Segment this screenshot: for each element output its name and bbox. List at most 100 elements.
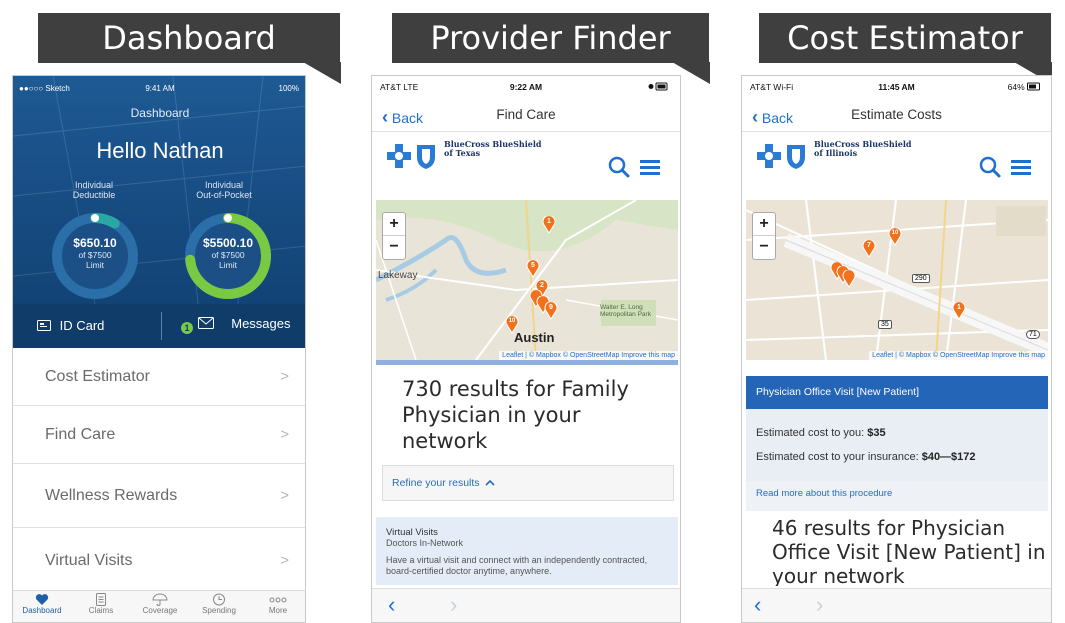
tab-spending[interactable]: Spending xyxy=(190,593,248,615)
messages-badge: 1 xyxy=(181,322,193,334)
zoom-in-button[interactable]: + xyxy=(753,213,775,236)
chevron-right-icon: > xyxy=(280,552,289,569)
map-tiles xyxy=(746,200,1048,360)
zoom-out-button[interactable]: − xyxy=(383,236,405,258)
quick-actions-row: ID Card 1 Messages xyxy=(13,304,305,348)
cost-estimator-banner: Cost Estimator xyxy=(759,13,1052,84)
envelope-icon xyxy=(197,317,214,329)
tab-dashboard[interactable]: Dashboard xyxy=(13,593,71,615)
id-card-button[interactable]: ID Card xyxy=(37,318,104,333)
map-divider xyxy=(376,360,678,365)
page-title: Estimate Costs xyxy=(851,107,942,122)
tab-bar: Dashboard Claims Coverage Spending More xyxy=(13,590,305,622)
browser-toolbar: ‹ › xyxy=(372,588,680,622)
map-label-austin: Austin xyxy=(514,330,555,345)
map-label-park: Walter E. Long Metropolitan Park xyxy=(600,304,651,318)
zoom-controls: + − xyxy=(382,212,406,260)
nav-bar: ‹ Back Estimate Costs xyxy=(742,102,1051,132)
dashboard-phone: ●●○○○ Sketch 9:41 AM 100% Dashboard Hell… xyxy=(12,75,306,623)
nav-bar: ‹ Back Find Care xyxy=(372,102,680,132)
zoom-in-button[interactable]: + xyxy=(383,213,405,236)
page-title: Dashboard xyxy=(130,106,190,120)
map-pin[interactable] xyxy=(842,269,856,293)
chevron-right-icon: > xyxy=(280,368,289,385)
estimate-to-you: Estimated cost to you: $35 xyxy=(756,427,886,439)
chevron-right-icon: > xyxy=(280,426,289,443)
bcbs-cross-shield-icon xyxy=(757,144,805,169)
bcbs-logo: BlueCross BlueShield of Illinois xyxy=(756,140,911,172)
provider-map[interactable]: + − Lakeway Walter E. Long Metropolitan P… xyxy=(376,200,678,360)
tab-claims[interactable]: Claims xyxy=(72,593,130,615)
map-pin[interactable]: 7 xyxy=(862,239,876,263)
battery-icon xyxy=(648,82,670,93)
tab-coverage[interactable]: Coverage xyxy=(131,593,189,615)
umbrella-icon xyxy=(152,593,168,606)
virtual-visits-title: Virtual Visits xyxy=(386,527,438,538)
out-of-pocket-label: Individual Out-of-Pocket xyxy=(196,180,252,200)
header-actions xyxy=(973,156,1033,182)
cost-map[interactable]: + − 290 35 71 7 10 1 Leaflet | © Mapbox ©… xyxy=(746,200,1048,360)
map-attribution[interactable]: Leaflet | © Mapbox © OpenStreetMap Impro… xyxy=(869,351,1048,360)
hamburger-menu-icon[interactable] xyxy=(640,158,662,176)
results-heading: 46 results for Physician Office Visit [N… xyxy=(772,516,1046,586)
dashboard-header: ●●○○○ Sketch 9:41 AM 100% Dashboard Hell… xyxy=(13,76,305,348)
virtual-visits-card[interactable]: Virtual Visits Doctors In-Network Have a… xyxy=(376,517,678,585)
messages-button[interactable]: 1 Messages xyxy=(181,316,291,334)
browser-back-icon[interactable]: ‹ xyxy=(388,592,395,618)
results-heading: 730 results for Family Physician in your… xyxy=(402,377,629,453)
search-icon[interactable] xyxy=(608,156,630,178)
menu-item-wellness-rewards[interactable]: Wellness Rewards > xyxy=(13,464,305,528)
battery-icon xyxy=(1027,82,1040,91)
map-attribution[interactable]: Leaflet | © Mapbox © OpenStreetMap Impro… xyxy=(499,351,678,360)
map-pin[interactable]: 10 xyxy=(505,315,519,339)
virtual-visits-subtitle: Doctors In-Network xyxy=(386,538,464,548)
deductible-value: $650.10 of $7500 Limit xyxy=(73,236,117,270)
document-icon xyxy=(96,593,106,606)
cost-estimate-box: Estimated cost to you: $35 Estimated cos… xyxy=(746,409,1048,481)
procedure-header: Physician Office Visit [New Patient] xyxy=(746,376,1048,409)
messages-label: Messages xyxy=(231,316,291,331)
greeting: Hello Nathan xyxy=(96,138,224,163)
menu-item-virtual-visits[interactable]: Virtual Visits > xyxy=(13,528,305,594)
search-icon[interactable] xyxy=(979,156,1001,178)
heart-icon xyxy=(35,594,49,605)
read-more-link[interactable]: Read more about this procedure xyxy=(756,488,892,499)
browser-back-icon[interactable]: ‹ xyxy=(754,592,761,618)
page-title: Find Care xyxy=(496,107,556,122)
map-pin[interactable]: 10 xyxy=(888,227,902,251)
chevron-right-icon: > xyxy=(280,487,289,504)
browser-toolbar: ‹ › xyxy=(742,588,1051,622)
id-card-label: ID Card xyxy=(59,318,105,333)
map-pin[interactable]: 1 xyxy=(952,301,966,325)
hamburger-menu-icon[interactable] xyxy=(1011,158,1033,176)
deductible-label: Individual Deductible xyxy=(72,180,116,200)
highway-badge: 35 xyxy=(878,320,892,329)
browser-forward-icon[interactable]: › xyxy=(450,592,457,618)
highway-badge: 290 xyxy=(912,274,930,283)
more-dots-icon xyxy=(269,597,287,603)
map-pin[interactable]: 1 xyxy=(542,215,556,239)
zoom-out-button[interactable]: − xyxy=(753,236,775,258)
estimate-to-insurance: Estimated cost to your insurance: $40—$1… xyxy=(756,451,976,463)
map-label-lakeway: Lakeway xyxy=(378,270,418,281)
tab-more[interactable]: More xyxy=(249,593,305,615)
map-pin[interactable]: 9 xyxy=(544,301,558,325)
menu-item-cost-estimator[interactable]: Cost Estimator > xyxy=(13,348,305,406)
refine-results-button[interactable]: Refine your results xyxy=(382,465,674,501)
bcbs-logo: BlueCross BlueShield of Texas xyxy=(386,140,541,172)
header-actions xyxy=(602,156,662,182)
id-card-icon xyxy=(37,320,51,331)
dashboard-banner: Dashboard xyxy=(38,13,341,84)
provider-finder-banner: Provider Finder xyxy=(392,13,710,84)
out-of-pocket-value: $5500.10 of $7500 Limit xyxy=(202,236,254,270)
dashboard-menu: Cost Estimator > Find Care > Wellness Rewa… xyxy=(13,348,305,594)
zoom-controls: + − xyxy=(752,212,776,260)
menu-item-find-care[interactable]: Find Care > xyxy=(13,406,305,464)
provider-finder-phone: AT&T LTE 9:22 AM ‹ Back Find Care BlueCr… xyxy=(371,75,681,623)
cost-estimator-phone: AT&T Wi-Fi 11:45 AM 64% ‹ Back Estimate … xyxy=(741,75,1052,623)
browser-forward-icon[interactable]: › xyxy=(816,592,823,618)
bcbs-cross-shield-icon xyxy=(387,144,435,169)
virtual-visits-description: Have a virtual visit and connect with an… xyxy=(386,555,648,576)
clock-icon xyxy=(213,593,225,606)
status-bar: ●●○○○ Sketch 9:41 AM 100% xyxy=(19,84,299,93)
